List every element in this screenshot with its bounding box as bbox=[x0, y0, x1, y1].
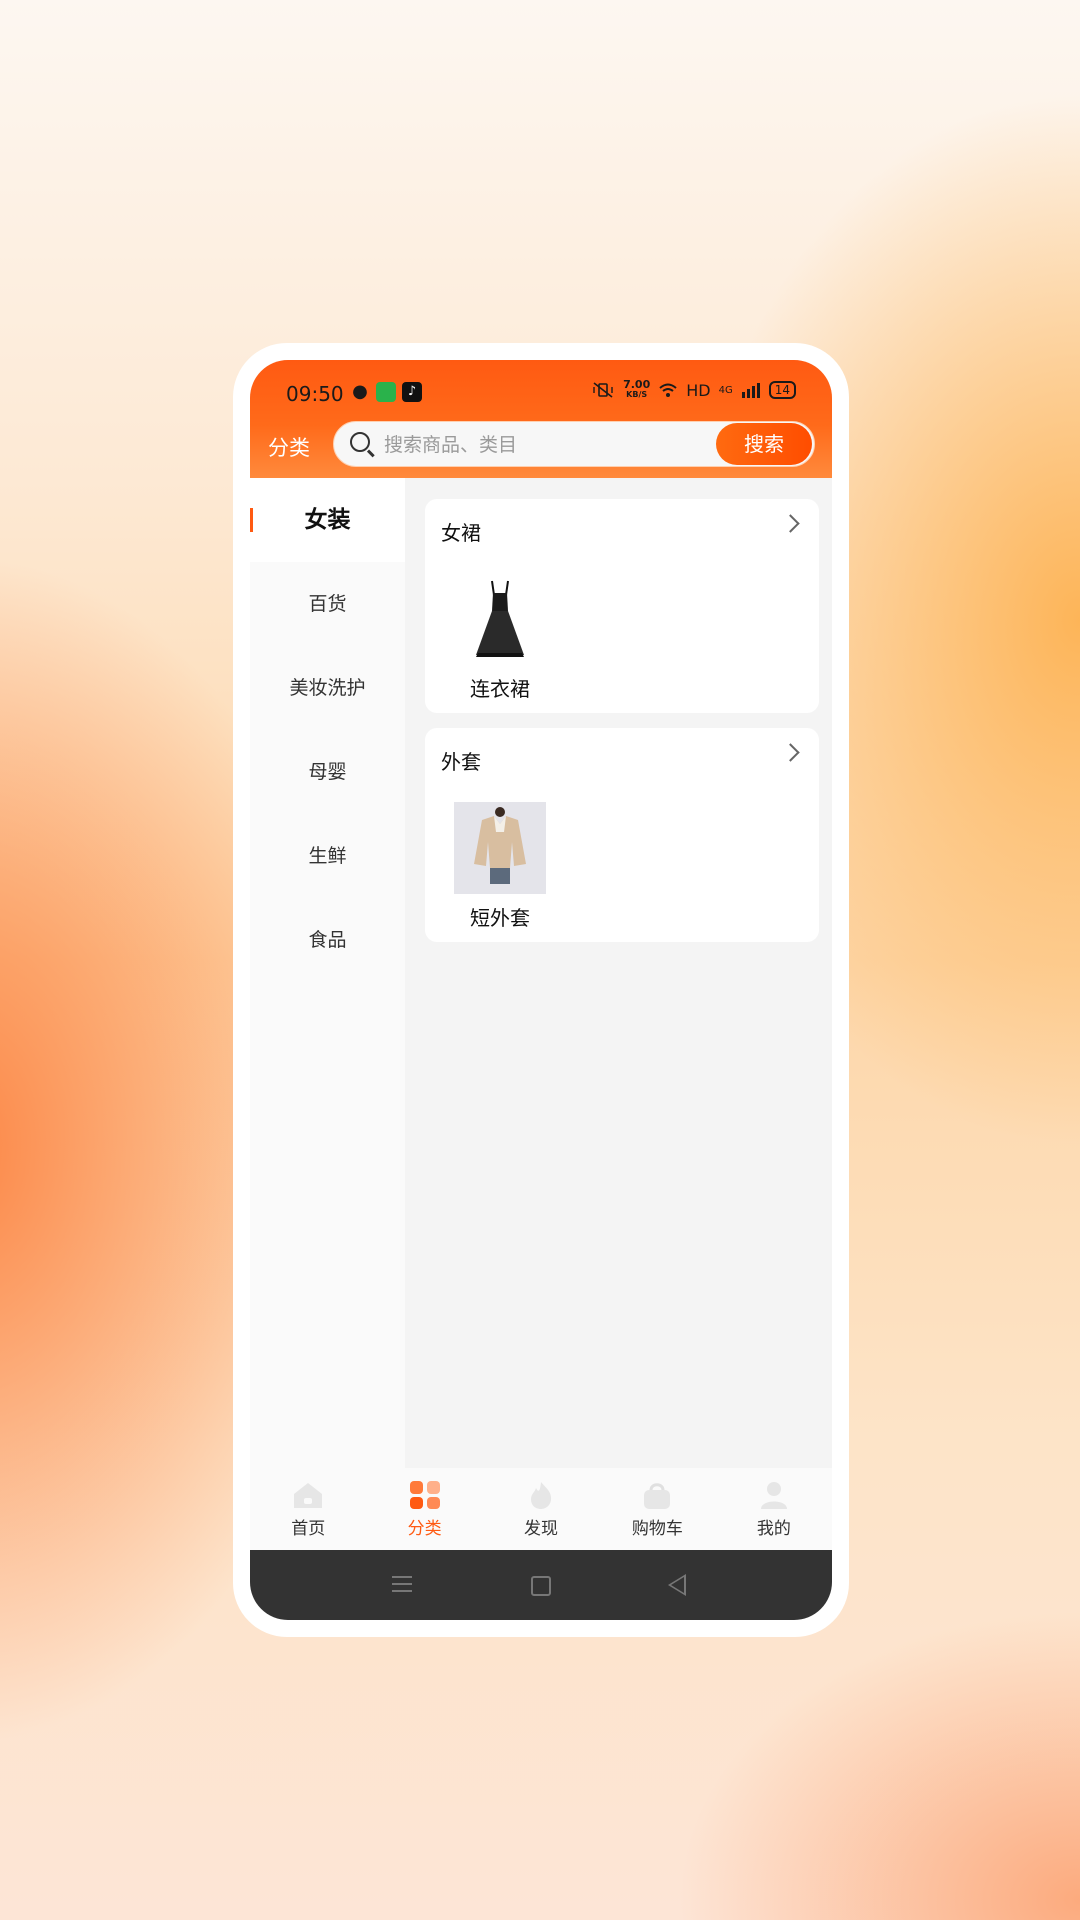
home-square-icon[interactable] bbox=[531, 1576, 551, 1596]
search-icon bbox=[350, 432, 370, 452]
flame-icon bbox=[524, 1480, 558, 1510]
category-icon bbox=[408, 1480, 442, 1510]
chevron-right-icon[interactable] bbox=[781, 514, 800, 533]
message-icon bbox=[376, 382, 396, 402]
search-input[interactable] bbox=[382, 430, 686, 460]
sidebar-item-general-goods[interactable]: 百货 bbox=[250, 562, 405, 646]
tiktok-icon: ♪ bbox=[402, 382, 422, 402]
section-title: 女裙 bbox=[441, 521, 481, 545]
net-speed: 7.00 KB/S bbox=[623, 378, 651, 400]
net-speed-value: 7.00 bbox=[623, 378, 651, 391]
product-item-short-jacket[interactable]: 短外套 bbox=[453, 802, 547, 931]
sidebar-item-fresh-food[interactable]: 生鲜 bbox=[250, 814, 405, 898]
home-icon bbox=[291, 1480, 325, 1510]
status-time: 09:50 bbox=[286, 382, 344, 406]
tab-label: 我的 bbox=[756, 1519, 791, 1539]
tab-label: 分类 bbox=[407, 1519, 442, 1539]
product-label: 短外套 bbox=[470, 906, 530, 930]
section-title: 外套 bbox=[441, 750, 481, 774]
section-card-skirts: 女裙 连衣裙 bbox=[425, 499, 819, 713]
hd-indicator: HD bbox=[686, 380, 711, 400]
bag-icon bbox=[640, 1480, 674, 1510]
section-card-coats: 外套 短外套 bbox=[425, 728, 819, 942]
status-app-icons: ● ♪ bbox=[350, 382, 422, 402]
battery-indicator: 14 bbox=[768, 381, 796, 399]
user-icon bbox=[757, 1480, 791, 1510]
network-type: 4G bbox=[718, 384, 733, 396]
system-nav-bar bbox=[250, 1550, 832, 1620]
wifi-icon bbox=[659, 383, 677, 397]
product-item-dress[interactable]: 连衣裙 bbox=[453, 573, 547, 702]
wechat-icon: ● bbox=[352, 381, 368, 402]
tab-discover[interactable]: 发现 bbox=[483, 1468, 599, 1550]
tab-category[interactable]: 分类 bbox=[366, 1468, 482, 1550]
dress-image bbox=[454, 573, 546, 665]
tab-home[interactable]: 首页 bbox=[250, 1468, 366, 1550]
status-right: 7.00 KB/S HD 4G 14 bbox=[591, 378, 796, 400]
bottom-tab-bar: 首页 分类 发现 购物车 我的 bbox=[250, 1468, 832, 1550]
product-label: 连衣裙 bbox=[470, 677, 530, 701]
tab-label: 购物车 bbox=[631, 1519, 683, 1539]
vibrate-mute-icon bbox=[593, 382, 613, 398]
tab-label: 首页 bbox=[291, 1519, 326, 1539]
sidebar-item-mother-baby[interactable]: 母婴 bbox=[250, 730, 405, 814]
tab-cart[interactable]: 购物车 bbox=[599, 1468, 715, 1550]
header: 09:50 ● ♪ 7.00 KB/S HD 4G 14 分类 搜索商品、类目 … bbox=[250, 360, 832, 478]
jacket-image bbox=[454, 802, 546, 894]
tab-label: 发现 bbox=[524, 1519, 559, 1539]
search-bar[interactable]: 搜索 bbox=[333, 421, 815, 467]
category-content: 女裙 连衣裙 外套 短外套 bbox=[405, 478, 832, 1468]
menu-icon[interactable] bbox=[392, 1576, 412, 1597]
sidebar-item-food[interactable]: 食品 bbox=[250, 898, 405, 982]
category-sidebar: 女装 百货 美妆洗护 母婴 生鲜 食品 bbox=[250, 478, 405, 1468]
search-button[interactable]: 搜索 bbox=[716, 423, 812, 465]
back-triangle-icon[interactable] bbox=[668, 1574, 686, 1596]
sidebar-item-womens-clothing[interactable]: 女装 bbox=[250, 478, 405, 562]
net-speed-unit: KB/S bbox=[626, 390, 648, 399]
tab-mine[interactable]: 我的 bbox=[716, 1468, 832, 1550]
phone-screen: 09:50 ● ♪ 7.00 KB/S HD 4G 14 分类 搜索商品、类目 … bbox=[250, 360, 832, 1620]
sidebar-item-beauty[interactable]: 美妆洗护 bbox=[250, 646, 405, 730]
page-title: 分类 bbox=[268, 436, 310, 460]
signal-icon bbox=[741, 383, 760, 398]
chevron-right-icon[interactable] bbox=[781, 743, 800, 762]
